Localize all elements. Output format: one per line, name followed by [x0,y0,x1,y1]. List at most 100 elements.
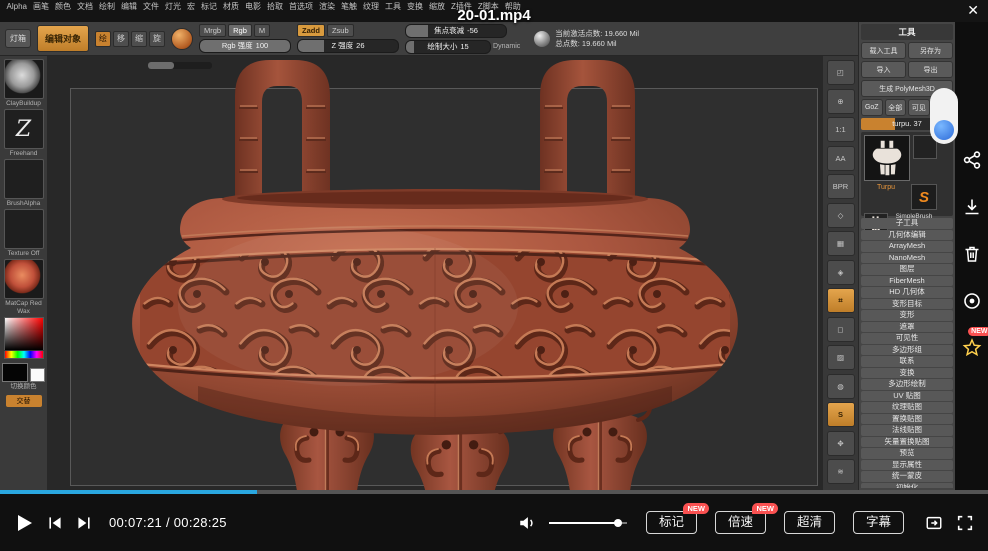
menu-item[interactable]: 文件 [140,2,161,12]
share-icon[interactable] [962,150,982,170]
lightbox-button[interactable]: 灯箱 [5,29,31,48]
menu-item[interactable]: Z插件 [448,2,474,12]
tool-section[interactable]: 法线贴图 [861,425,953,436]
goz-button[interactable]: GoZ [861,99,883,116]
tool-section[interactable]: 多边形绘制 [861,379,953,390]
tool-section[interactable]: 置换贴图 [861,414,953,425]
mode-button[interactable]: 缩 [131,31,147,47]
shelf-btn-floor[interactable]: ▦ [827,231,855,256]
tool-palette-header[interactable]: 工具 [861,24,953,40]
color-hue-strip[interactable] [4,351,44,359]
tool-section[interactable]: 初始化 [861,483,953,489]
paint-mode-button[interactable]: Rgb [228,24,252,37]
shelf-btn-zoom[interactable]: ⊕ [827,89,855,114]
material-selector[interactable]: MatCap Red Wax [0,259,47,316]
fullscreen-icon[interactable] [956,514,974,532]
tool-section[interactable]: 矢量置换贴图 [861,437,953,448]
tool-section[interactable]: HD 几何体 [861,287,953,298]
paint-mode-button[interactable]: M [254,24,270,37]
menu-item[interactable]: 颜色 [52,2,73,12]
active-tool-thumbnail[interactable] [864,135,910,181]
volume-slider[interactable] [549,522,627,524]
tool-section[interactable]: 变形 [861,310,953,321]
tool-io-button[interactable]: 导出 [908,61,953,78]
color-picker[interactable] [4,317,44,359]
floating-widget[interactable] [930,88,958,144]
menu-item[interactable]: 编辑 [118,2,139,12]
edit-mode-button[interactable]: 编辑对象 [37,25,89,52]
tool-io-button[interactable]: 导入 [861,61,906,78]
simplebrush-thumbnail[interactable]: S [911,184,937,210]
alternate-color-button[interactable]: 交替 [6,395,42,407]
paint-mode-button[interactable]: Mrgb [199,24,226,37]
tool-section[interactable]: 变形目标 [861,299,953,310]
zsub-button[interactable]: Zsub [327,24,354,37]
tool-section[interactable]: 子工具 [861,218,953,229]
active-brush-preview-icon[interactable] [171,28,193,50]
menu-item[interactable]: 变换 [404,2,425,12]
alpha-selector[interactable]: BrushAlpha [4,159,44,208]
menu-item[interactable]: 灯光 [162,2,183,12]
mode-button[interactable]: 旋 [149,31,165,47]
menu-item[interactable]: 拾取 [264,2,285,12]
tool-section[interactable]: UV 贴图 [861,391,953,402]
shelf-btn-bpr[interactable]: BPR [827,174,855,199]
shelf-btn-local-symmetry[interactable]: ◈ [827,260,855,285]
rgb-intensity-slider[interactable]: Rgb 强度100 [199,39,291,53]
menu-item[interactable]: 材质 [220,2,241,12]
tool-section[interactable]: 图层 [861,264,953,275]
tool-file-button[interactable]: 载入工具 [861,42,906,59]
player-button-subtitle[interactable]: 字幕 [853,511,904,534]
menu-item[interactable]: Z脚本 [475,2,501,12]
main-color-swatch[interactable] [2,363,28,382]
z-intensity-slider[interactable]: Z 强度26 [297,39,399,53]
tool-section[interactable]: 多边形组 [861,345,953,356]
shelf-btn-frame[interactable]: ⌗ [827,288,855,313]
menu-item[interactable]: 帮助 [502,2,523,12]
focal-shift-slider[interactable]: 焦点衰减-56 [405,24,507,38]
tool-section[interactable]: 几何体编辑 [861,230,953,241]
shelf-btn-aa-half[interactable]: AA [827,146,855,171]
tool-section[interactable]: 遮罩 [861,322,953,333]
menu-item[interactable]: Alpha [4,2,29,12]
menu-item[interactable]: 标记 [198,2,219,12]
shelf-btn-scroll[interactable]: ◰ [827,60,855,85]
brush-selector[interactable]: ClayBuildup [4,59,44,108]
menu-item[interactable]: 画笔 [30,2,51,12]
shelf-btn-line-fill[interactable]: ≋ [827,459,855,484]
tool-section[interactable]: FiberMesh [861,276,953,287]
texture-selector[interactable]: Texture Off [4,209,44,258]
menu-item[interactable]: 缩放 [426,2,447,12]
menu-item[interactable]: 绘制 [96,2,117,12]
goz-button[interactable]: 全部 [885,99,907,116]
goz-button[interactable]: 可见 [908,99,930,116]
play-button[interactable] [14,513,34,533]
dynamic-label[interactable]: Dynamic [493,43,520,50]
shelf-btn-transparent[interactable]: ▨ [827,345,855,370]
viewport-canvas[interactable] [48,56,822,490]
shelf-btn-perspective[interactable]: ◇ [827,203,855,228]
menu-item[interactable]: 笔触 [338,2,359,12]
draw-size-slider[interactable]: 绘制大小15 [405,40,491,54]
web-fullscreen-icon[interactable] [925,514,943,532]
menu-item[interactable]: 首选项 [286,2,315,12]
magic-star-icon[interactable]: NEW [962,338,982,358]
tool-section[interactable]: 预览 [861,448,953,459]
next-episode-button[interactable] [76,515,92,531]
tool-section[interactable]: 可见性 [861,333,953,344]
shelf-btn-xpose[interactable]: ✥ [827,431,855,456]
shelf-btn-polyframe[interactable]: ◻ [827,317,855,342]
shelf-btn-actual-size[interactable]: 1:1 [827,117,855,142]
volume-icon[interactable] [518,514,536,532]
menu-item[interactable]: 文档 [74,2,95,12]
zadd-button[interactable]: Zadd [297,24,325,37]
player-button-quality[interactable]: 超清 [784,511,835,534]
tool-section[interactable]: 显示属性 [861,460,953,471]
mode-button[interactable]: 移 [113,31,129,47]
download-icon[interactable] [962,197,982,217]
secondary-color-swatch[interactable] [30,368,45,382]
tool-section[interactable]: 变换 [861,368,953,379]
menu-item[interactable]: 纹理 [360,2,381,12]
shelf-btn-ghost[interactable]: ◍ [827,374,855,399]
mode-button[interactable]: 绘 [95,31,111,47]
